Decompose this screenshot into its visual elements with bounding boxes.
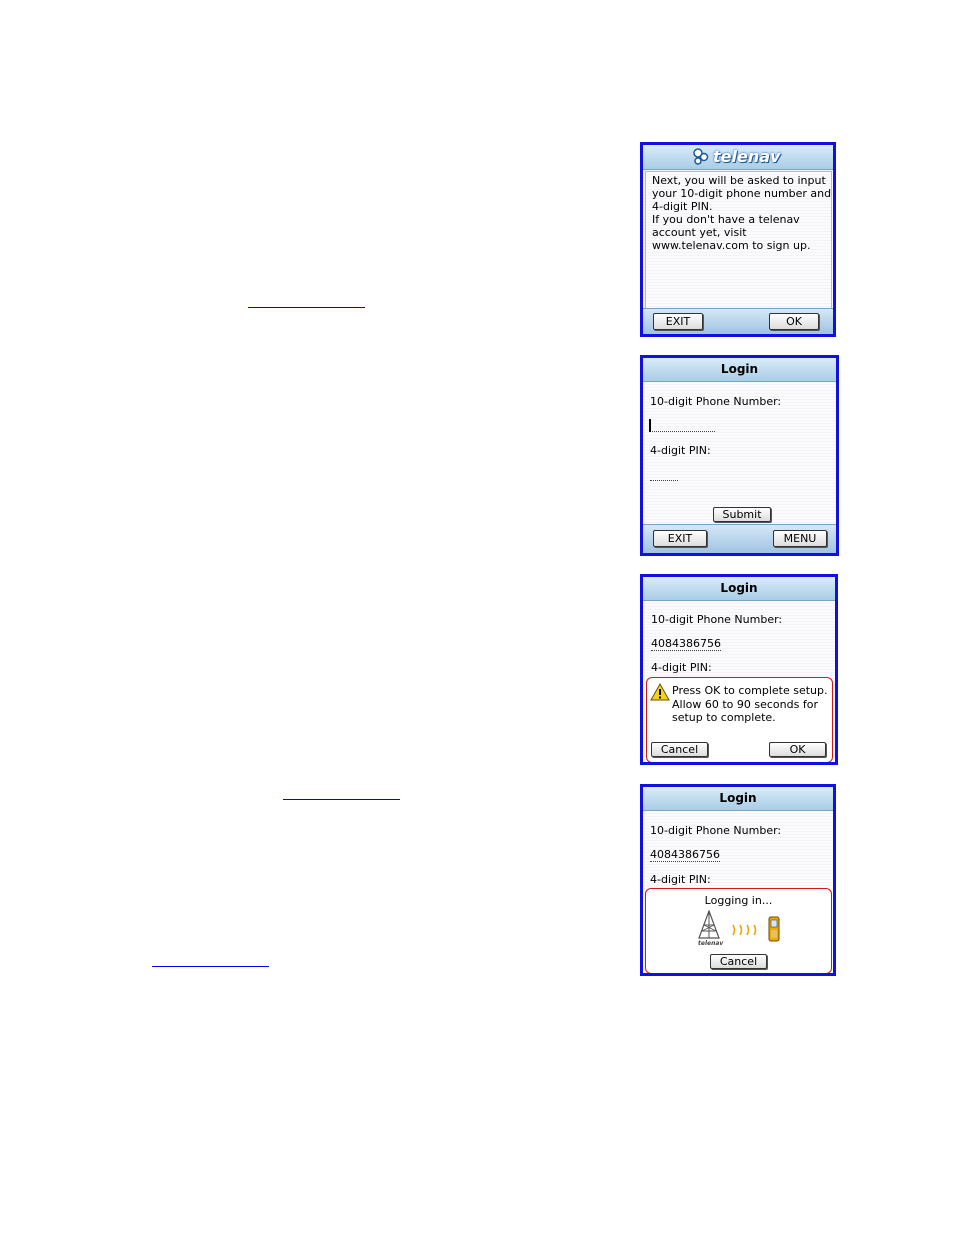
submit-button[interactable]: Submit [713, 507, 771, 522]
menu-button[interactable]: MENU [773, 530, 827, 547]
welcome-screen: telenav Next, you will be asked to input… [640, 142, 836, 337]
logging-in-dialog: Logging in... telenav Cancel [645, 888, 832, 973]
ok-button[interactable]: OK [769, 313, 819, 330]
phone-icon [768, 916, 780, 942]
dialog-message: Press OK to complete setup. Allow 60 to … [672, 684, 828, 724]
telenav-logo-text: telenav [713, 147, 781, 166]
login-screen: Login 10-digit Phone Number: 4-digit PIN… [640, 355, 839, 556]
login-header: Login [643, 358, 836, 382]
confirm-setup-screen: Login 10-digit Phone Number: 4084386756 … [640, 574, 838, 765]
login-footer: EXIT MENU [643, 524, 836, 553]
exit-button[interactable]: EXIT [653, 313, 703, 330]
document-link-underline[interactable] [248, 307, 365, 308]
phone-label: 10-digit Phone Number: [650, 395, 782, 408]
exit-button[interactable]: EXIT [653, 530, 707, 547]
phone-input-underline [652, 431, 715, 432]
phone-value[interactable]: 4084386756 [650, 848, 720, 862]
warning-icon [650, 683, 670, 701]
pin-label: 4-digit PIN: [650, 444, 711, 457]
telenav-logo-icon [693, 148, 709, 165]
login-header: Login [643, 577, 835, 601]
status-text: Logging in... [704, 894, 773, 907]
pin-input[interactable] [649, 468, 679, 481]
cancel-button[interactable]: Cancel [651, 742, 708, 757]
phone-label: 10-digit Phone Number: [650, 824, 782, 837]
document-link-underline[interactable] [152, 966, 269, 967]
text-cursor [649, 419, 651, 432]
welcome-message: Next, you will be asked to input your 10… [652, 174, 832, 252]
phone-input[interactable] [649, 419, 715, 432]
ok-button[interactable]: OK [769, 742, 826, 757]
phone-value[interactable]: 4084386756 [651, 637, 721, 651]
pin-input-underline [650, 480, 678, 481]
welcome-header: telenav [643, 145, 833, 170]
tower-brand-text: telenav [698, 940, 724, 947]
cell-tower-icon [698, 910, 720, 939]
confirm-dialog: Press OK to complete setup. Allow 60 to … [646, 677, 833, 762]
pin-label: 4-digit PIN: [650, 873, 711, 886]
pin-label: 4-digit PIN: [651, 661, 712, 674]
welcome-footer: EXIT OK [643, 308, 833, 334]
document-link-underline[interactable] [283, 799, 400, 800]
phone-label: 10-digit Phone Number: [651, 613, 783, 626]
logging-in-screen: Login 10-digit Phone Number: 4084386756 … [640, 784, 836, 976]
signal-waves-icon [732, 924, 757, 936]
login-header: Login [643, 787, 833, 811]
cancel-button[interactable]: Cancel [710, 954, 767, 969]
